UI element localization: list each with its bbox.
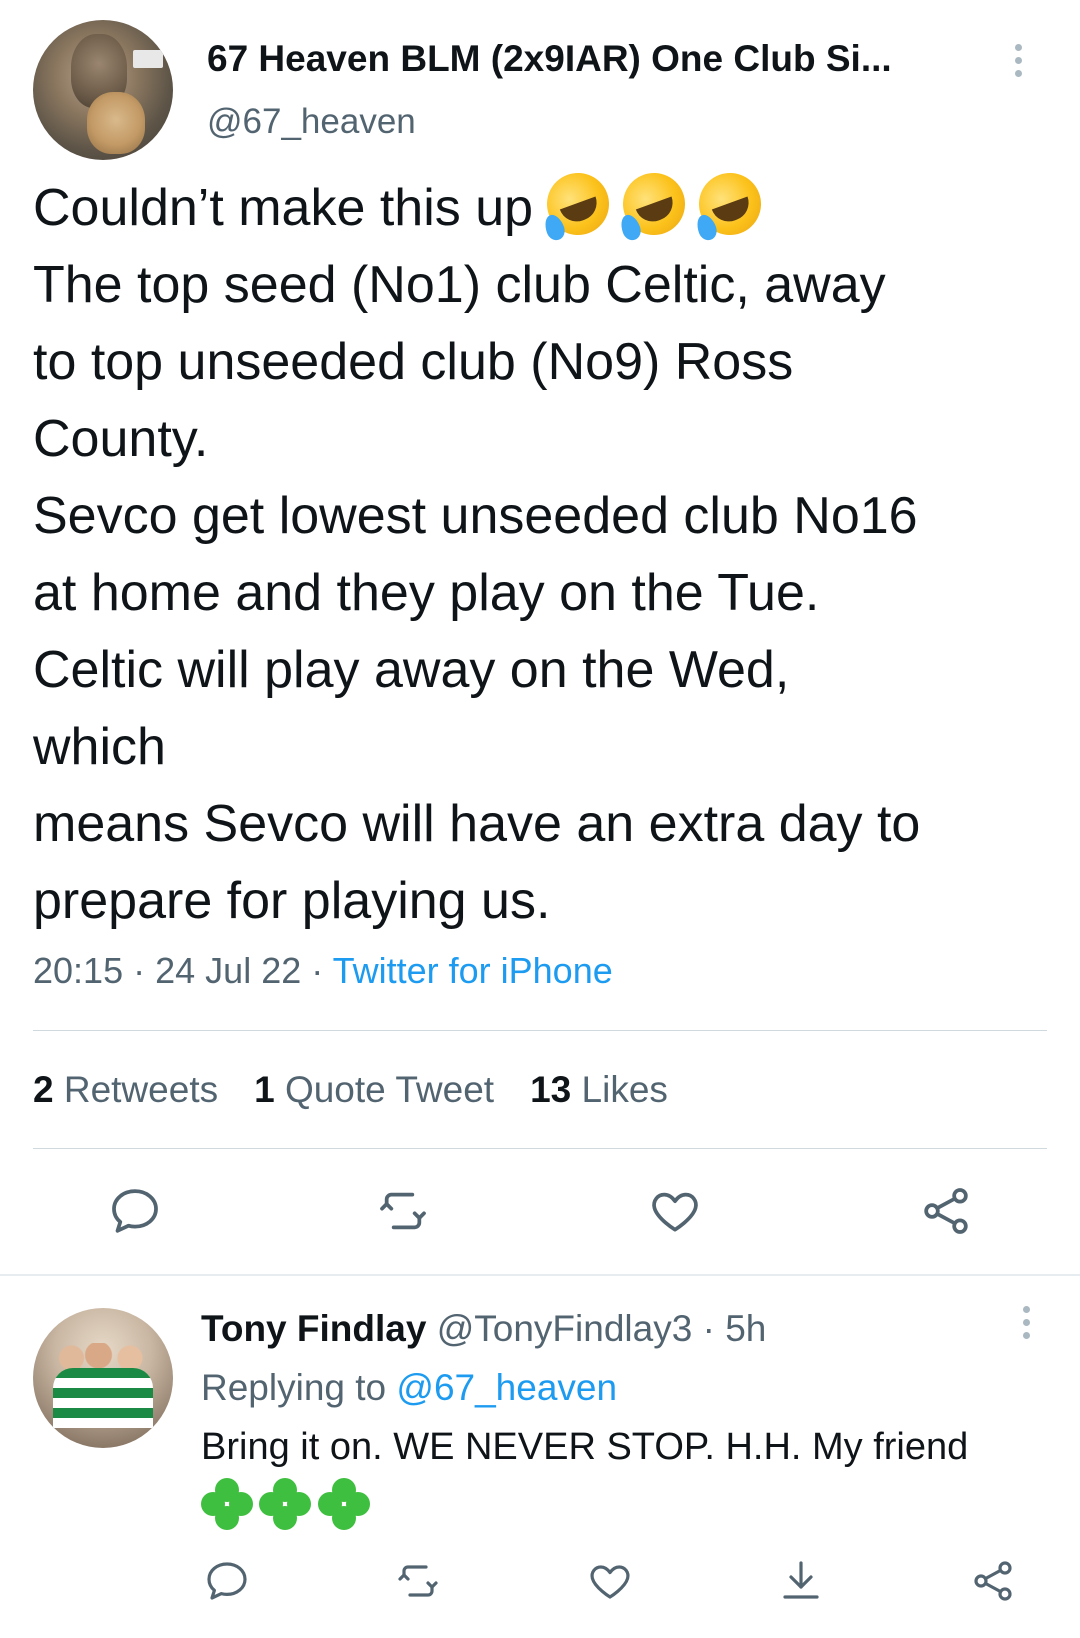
avatar-hoops-shirt-image xyxy=(53,1368,153,1428)
tweet-meta: 20:15 · 24 Jul 22 · Twitter for iPhone xyxy=(33,950,613,992)
quotes-stat[interactable]: 1 Quote Tweet xyxy=(254,1069,494,1110)
meta-separator: · xyxy=(311,950,324,991)
quotes-count: 1 xyxy=(254,1069,275,1110)
tweet-text-line: means Sevco will have an extra day to xyxy=(33,795,921,853)
tweet-text-line: Sevco get lowest unseeded club No16 xyxy=(33,487,918,545)
tweet-text: Couldn’t make this up The top seed (No1)… xyxy=(33,164,1053,940)
divider xyxy=(0,1274,1080,1276)
shamrock-emoji-icon xyxy=(201,1478,253,1530)
avatar-sign-image xyxy=(133,50,163,68)
likes-label: Likes xyxy=(581,1069,668,1110)
share-icon[interactable] xyxy=(918,1183,974,1239)
laughing-emoji-icon xyxy=(690,164,770,244)
retweet-icon[interactable] xyxy=(394,1557,442,1605)
retweets-stat[interactable]: 2 Retweets xyxy=(33,1069,218,1110)
quotes-label: Quote Tweet xyxy=(284,1069,495,1110)
like-icon[interactable] xyxy=(586,1557,634,1605)
reply-icon[interactable] xyxy=(203,1557,251,1605)
tweet-text-line: Couldn’t make this up xyxy=(33,179,534,237)
reply-author-name[interactable]: Tony Findlay xyxy=(201,1308,426,1349)
reply-more-options-icon[interactable] xyxy=(1023,1306,1031,1344)
like-icon[interactable] xyxy=(647,1183,703,1239)
tweet-text-line: which xyxy=(33,718,166,776)
tweet-text-line: County. xyxy=(33,410,209,468)
retweets-count: 2 xyxy=(33,1069,54,1110)
reply-age[interactable]: 5h xyxy=(725,1308,766,1349)
tweet-text-line-1: Couldn’t make this up xyxy=(33,164,1053,247)
likes-count: 13 xyxy=(530,1069,572,1110)
retweets-label: Retweets xyxy=(63,1069,219,1110)
reply-author-avatar[interactable] xyxy=(33,1308,173,1448)
divider xyxy=(33,1148,1047,1149)
share-icon[interactable] xyxy=(969,1557,1017,1605)
shamrock-emojis xyxy=(201,1478,372,1534)
laughing-emoji-icon xyxy=(538,164,618,244)
meta-separator: · xyxy=(702,1308,715,1349)
author-avatar[interactable] xyxy=(33,20,173,160)
replying-to: Replying to @67_heaven xyxy=(201,1367,617,1409)
download-icon[interactable] xyxy=(777,1557,825,1605)
divider xyxy=(33,1030,1047,1031)
tweet-text-line: Celtic will play away on the Wed, xyxy=(33,641,790,699)
likes-stat[interactable]: 13 Likes xyxy=(530,1069,668,1110)
tweet-time[interactable]: 20:15 xyxy=(33,950,123,991)
meta-separator: · xyxy=(133,950,146,991)
shamrock-emoji-icon xyxy=(259,1478,312,1530)
replying-to-label: Replying to xyxy=(201,1367,387,1408)
reply-text: Bring it on. WE NEVER STOP. H.H. My frie… xyxy=(201,1426,969,1468)
tweet-stats: 2 Retweets 1 Quote Tweet 13 Likes xyxy=(33,1069,668,1111)
tweet-date[interactable]: 24 Jul 22 xyxy=(155,950,301,991)
reply-header: Tony Findlay @TonyFindlay3 · 5h xyxy=(201,1308,766,1350)
reply-icon[interactable] xyxy=(107,1183,163,1239)
more-options-icon[interactable] xyxy=(1015,44,1023,82)
avatar-dog-image xyxy=(87,92,145,154)
tweet-source-link[interactable]: Twitter for iPhone xyxy=(333,950,613,991)
reply-author-handle[interactable]: @TonyFindlay3 xyxy=(437,1308,693,1349)
author-handle[interactable]: @67_heaven xyxy=(207,102,416,142)
retweet-icon[interactable] xyxy=(375,1183,431,1239)
laughing-emoji-icon xyxy=(614,164,694,244)
author-display-name[interactable]: 67 Heaven BLM (2x9IAR) One Club Si... xyxy=(207,38,892,80)
tweet-text-line: prepare for playing us. xyxy=(33,872,551,930)
replying-to-mention-link[interactable]: @67_heaven xyxy=(396,1367,617,1408)
tweet-text-line: The top seed (No1) club Celtic, away xyxy=(33,256,886,314)
shamrock-emoji-icon xyxy=(317,1478,370,1530)
tweet-text-line: to top unseeded club (No9) Ross xyxy=(33,333,794,391)
tweet-text-line: at home and they play on the Tue. xyxy=(33,564,820,622)
